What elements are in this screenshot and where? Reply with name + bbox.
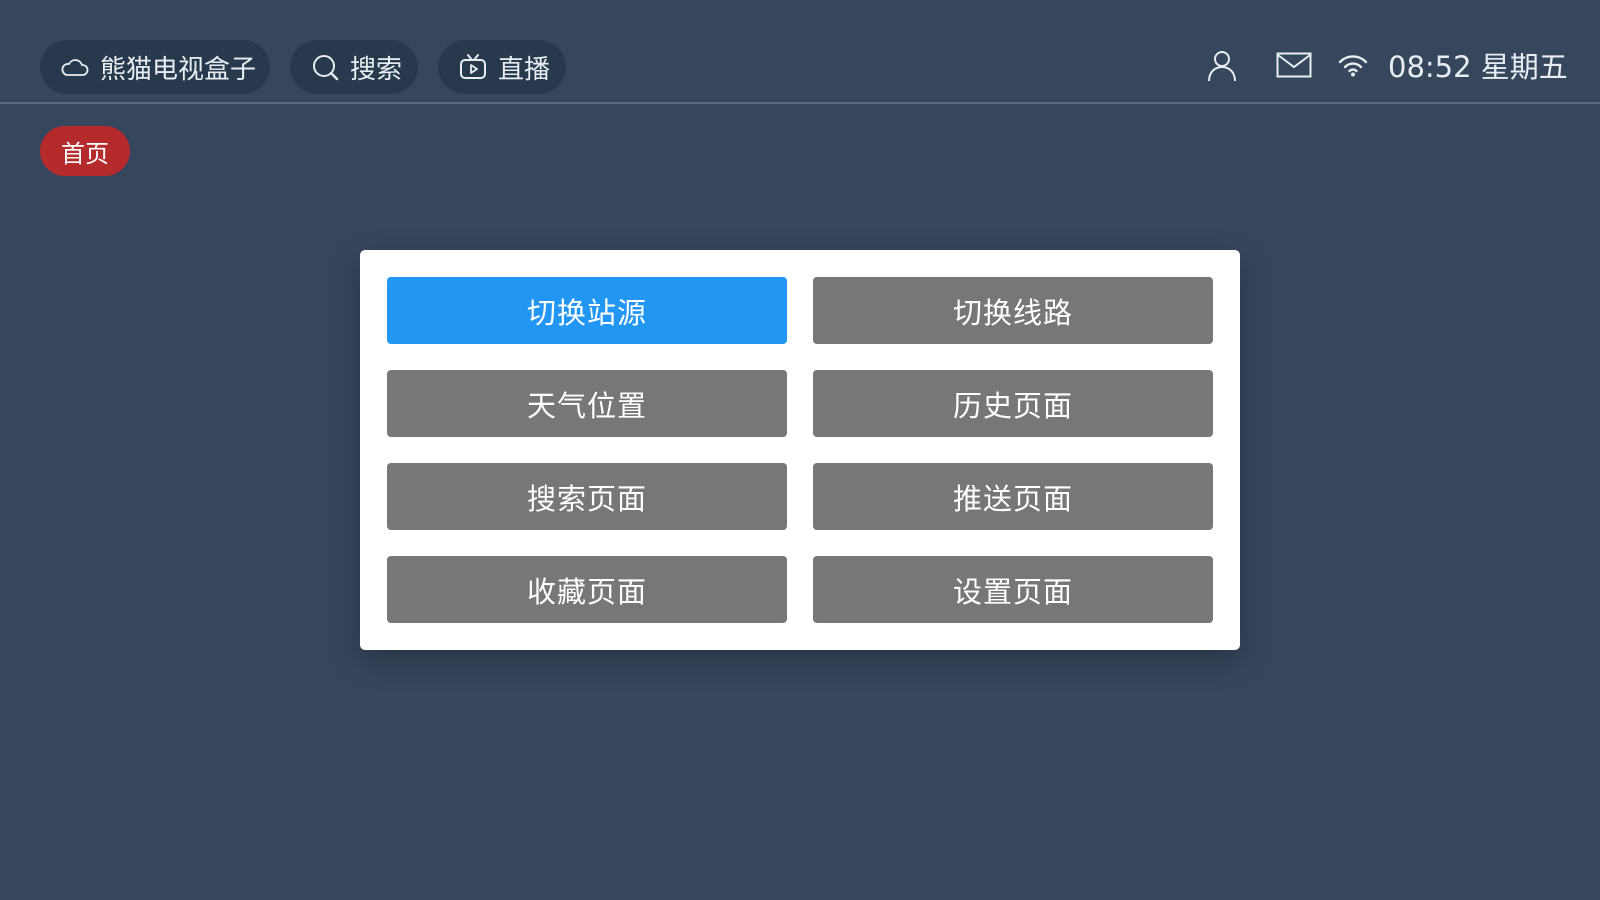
- top-bar: 熊猫电视盒子 搜索 直播 08:52 星期五: [0, 0, 1600, 104]
- live-label: 直播: [498, 54, 551, 85]
- app-name-label: 熊猫电视盒子: [100, 54, 257, 85]
- mail-icon: [1276, 52, 1312, 82]
- push-page-button[interactable]: 推送页面: [813, 463, 1213, 530]
- history-page-button[interactable]: 历史页面: [813, 370, 1213, 437]
- tab-home[interactable]: 首页: [40, 126, 130, 176]
- user-icon: [1205, 48, 1239, 86]
- history-page-label: 历史页面: [952, 388, 1073, 423]
- weather-location-button[interactable]: 天气位置: [387, 370, 787, 437]
- push-page-label: 推送页面: [952, 481, 1073, 516]
- search-icon: [310, 52, 340, 82]
- clock-text: 08:52 星期五: [1388, 50, 1568, 84]
- live-button[interactable]: 直播: [438, 40, 566, 94]
- wifi-status: [1338, 40, 1368, 94]
- favorites-page-button[interactable]: 收藏页面: [387, 556, 787, 623]
- search-page-button[interactable]: 搜索页面: [387, 463, 787, 530]
- search-button[interactable]: 搜索: [290, 40, 418, 94]
- favorites-page-label: 收藏页面: [526, 574, 647, 609]
- switch-source-label: 切换站源: [526, 295, 647, 330]
- mail-button[interactable]: [1276, 40, 1312, 94]
- switch-source-button[interactable]: 切换站源: [387, 277, 787, 344]
- tv-icon: [458, 52, 488, 82]
- switch-line-button[interactable]: 切换线路: [813, 277, 1213, 344]
- cloud-icon: [60, 52, 90, 82]
- user-button[interactable]: [1205, 40, 1239, 94]
- wifi-icon: [1338, 53, 1368, 81]
- app-name-pill[interactable]: 熊猫电视盒子: [40, 40, 270, 94]
- tab-home-label: 首页: [61, 139, 109, 168]
- settings-page-label: 设置页面: [952, 574, 1073, 609]
- switch-line-label: 切换线路: [952, 295, 1073, 330]
- search-page-label: 搜索页面: [526, 481, 647, 516]
- weather-location-label: 天气位置: [526, 388, 647, 423]
- settings-page-button[interactable]: 设置页面: [813, 556, 1213, 623]
- search-label: 搜索: [350, 54, 403, 85]
- quick-menu-dialog: 切换站源 切换线路 天气位置 历史页面 搜索页面 推送页面 收藏页面 设置页面: [360, 250, 1240, 650]
